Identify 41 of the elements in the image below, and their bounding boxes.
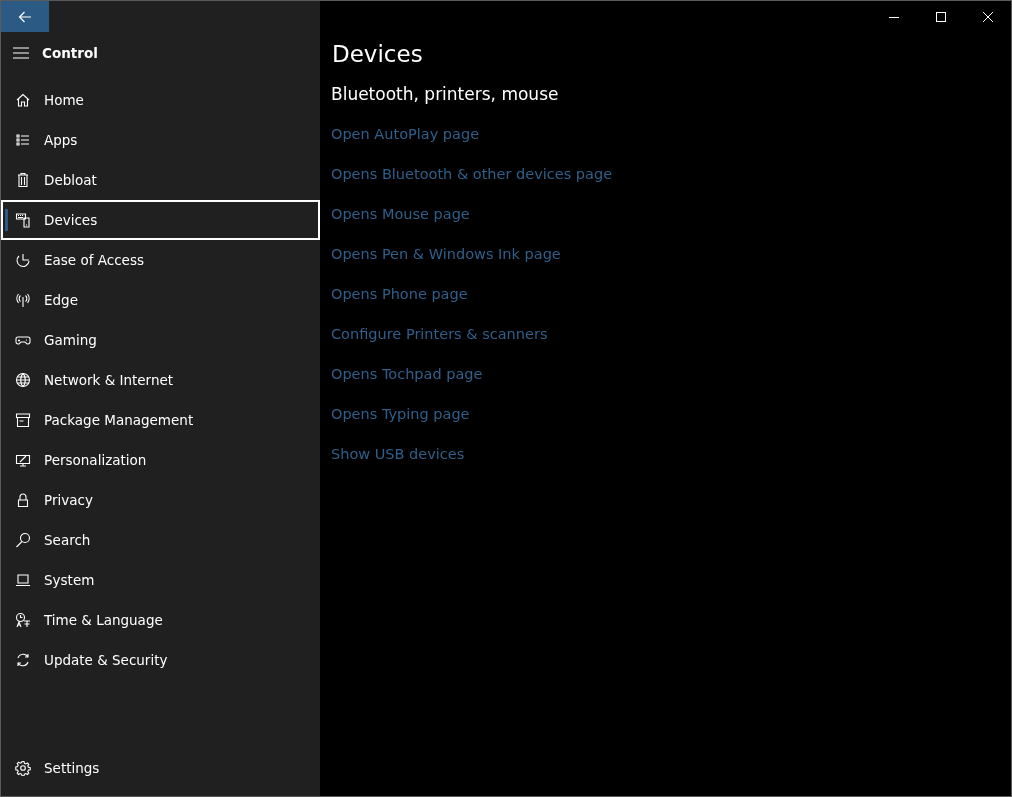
home-icon [15,92,31,108]
selection-indicator [5,209,8,231]
section-heading: Bluetooth, printers, mouse [331,84,560,104]
list-icon [15,132,31,148]
sidebar-item[interactable]: System [1,560,320,600]
sidebar-item[interactable]: Devices [1,200,320,240]
sidebar-item[interactable]: Update & Security [1,640,320,680]
sidebar-item[interactable]: Network & Internet [1,360,320,400]
back-arrow-icon [18,10,32,23]
menu-icon[interactable] [13,47,29,59]
sidebar-item[interactable]: Ease of Access [1,240,320,280]
sidebar-item[interactable]: Search [1,520,320,560]
trash-icon [15,172,31,188]
page-title: Devices [332,41,424,67]
sidebar-item[interactable]: Gaming [1,320,320,360]
search-icon [15,532,31,548]
clock-dial-icon [15,252,31,268]
sidebar-item[interactable]: Apps [1,120,320,160]
sidebar-item[interactable]: Privacy [1,480,320,520]
sidebar-item[interactable]: Personalization [1,440,320,480]
minimize-icon [888,16,899,18]
keyboard-phone-icon [15,212,31,228]
laptop-icon [15,572,31,588]
sidebar-item[interactable]: Package Management [1,400,320,440]
sidebar-item[interactable]: Home [1,80,320,120]
monitor-brush-icon [15,452,31,468]
sync-icon [15,652,31,668]
maximize-icon [935,12,946,22]
package-icon [15,412,31,428]
settings-icon [15,760,31,776]
antenna-icon [15,292,31,308]
sidebar-item[interactable]: Time & Language [1,600,320,640]
close-icon [982,12,993,22]
lock-icon [15,492,31,508]
back-button[interactable] [1,1,49,32]
clock-letter-icon [15,612,31,628]
sidebar-item[interactable]: Edge [1,280,320,320]
globe-icon [15,372,31,388]
sidebar-title: Control [42,45,98,61]
sidebar-item[interactable]: Settings [1,748,320,788]
sidebar-item[interactable]: Debloat [1,160,320,200]
